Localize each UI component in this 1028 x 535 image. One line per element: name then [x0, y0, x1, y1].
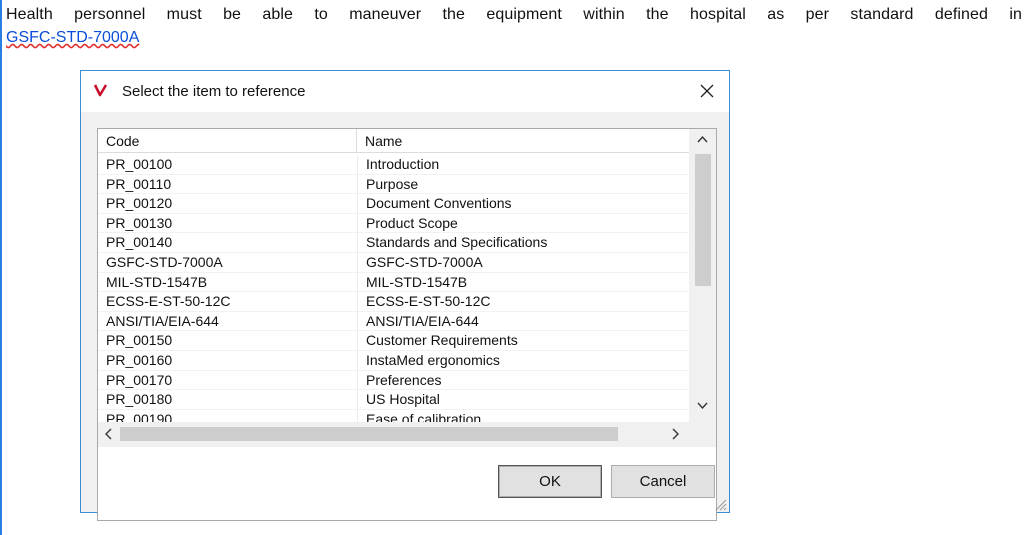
table-row[interactable]: PR_00120 Document Conventions [98, 194, 689, 214]
row-code: GSFC-STD-7000A [106, 253, 223, 270]
vertical-scrollbar[interactable] [689, 129, 716, 422]
table-row[interactable]: PR_00170 Preferences [98, 371, 689, 391]
chevron-right-icon[interactable] [672, 427, 680, 441]
row-code: PR_00170 [106, 371, 173, 388]
close-button[interactable] [692, 77, 722, 105]
row-name: Introduction [366, 156, 440, 172]
column-header-code[interactable]: Code [98, 129, 357, 152]
row-name: Preferences [366, 371, 442, 388]
cancel-button[interactable]: Cancel [611, 465, 715, 498]
horizontal-scroll-thumb[interactable] [120, 427, 618, 441]
horizontal-scrollbar[interactable] [98, 422, 689, 447]
row-name: Customer Requirements [366, 332, 518, 349]
row-code: PR_00100 [106, 156, 173, 172]
row-name: Product Scope [366, 214, 458, 231]
row-code: PR_00150 [106, 332, 173, 349]
document-paragraph: Health personnel must be able to maneuve… [6, 6, 1022, 23]
table-row[interactable]: PR_00160 InstaMed ergonomics [98, 351, 689, 371]
close-icon [700, 84, 714, 98]
row-code: ANSI/TIA/EIA-644 [106, 312, 219, 329]
table-row[interactable]: PR_00190 Ease of calibration [98, 410, 689, 422]
table-row[interactable]: PR_00150 Customer Requirements [98, 331, 689, 351]
table-row[interactable]: ECSS-E-ST-50-12C ECSS-E-ST-50-12C [98, 292, 689, 312]
document-link-line: GSFC-STD-7000A [6, 27, 139, 49]
table-row[interactable]: GSFC-STD-7000A GSFC-STD-7000A [98, 253, 689, 273]
chevron-up-icon[interactable] [697, 135, 708, 143]
table-row[interactable]: PR_00140 Standards and Specifications [98, 233, 689, 253]
document-left-margin [0, 0, 2, 535]
table-row[interactable]: ANSI/TIA/EIA-644 ANSI/TIA/EIA-644 [98, 312, 689, 332]
table-row[interactable]: PR_00100 Introduction [98, 155, 689, 175]
dialog-title: Select the item to reference [122, 83, 306, 100]
scrollbar-corner [689, 422, 716, 447]
table-row[interactable]: PR_00180 US Hospital [98, 390, 689, 410]
list-header: Code Name [98, 129, 689, 153]
table-row[interactable]: PR_00130 Product Scope [98, 214, 689, 234]
ok-button[interactable]: OK [498, 465, 602, 498]
row-code: PR_00140 [106, 234, 173, 251]
row-code: PR_00190 [106, 410, 173, 422]
vertical-scroll-thumb[interactable] [695, 154, 711, 286]
reference-link[interactable]: GSFC-STD-7000A [6, 29, 139, 46]
row-code: PR_00160 [106, 351, 173, 368]
row-name: US Hospital [366, 391, 440, 408]
chevron-down-icon[interactable] [697, 402, 708, 410]
row-name: Standards and Specifications [366, 234, 548, 251]
row-name: Purpose [366, 175, 419, 192]
select-reference-dialog: Select the item to reference Code Name P… [80, 70, 730, 521]
row-name: InstaMed ergonomics [366, 351, 500, 368]
table-row[interactable]: MIL-STD-1547B MIL-STD-1547B [98, 273, 689, 293]
column-header-name[interactable]: Name [357, 129, 689, 152]
row-code: PR_00130 [106, 214, 173, 231]
row-code: MIL-STD-1547B [106, 273, 208, 290]
row-code: PR_00110 [106, 175, 172, 192]
table-row[interactable]: PR_00110 Purpose [98, 175, 689, 195]
list-rows: PR_00100 Introduction PR_00110 Purpose PR_00… [98, 155, 689, 422]
resize-grip-icon[interactable] [713, 497, 727, 511]
row-code: PR_00180 [106, 391, 173, 408]
row-code: PR_00120 [106, 195, 173, 212]
row-name: ANSI/TIA/EIA-644 [366, 312, 479, 329]
row-name: MIL-STD-1547B [366, 273, 468, 290]
chevron-left-icon[interactable] [104, 427, 112, 441]
dialog-titlebar[interactable]: Select the item to reference [81, 71, 729, 112]
reference-list[interactable]: Code Name PR_00100 Introduction PR_00110 Pu… [97, 128, 717, 521]
row-name: ECSS-E-ST-50-12C [366, 293, 491, 310]
row-code: ECSS-E-ST-50-12C [106, 293, 231, 310]
row-name: Document Conventions [366, 195, 512, 212]
row-name: Ease of calibration [366, 410, 482, 422]
app-logo-icon [93, 82, 110, 98]
row-name: GSFC-STD-7000A [366, 253, 483, 270]
